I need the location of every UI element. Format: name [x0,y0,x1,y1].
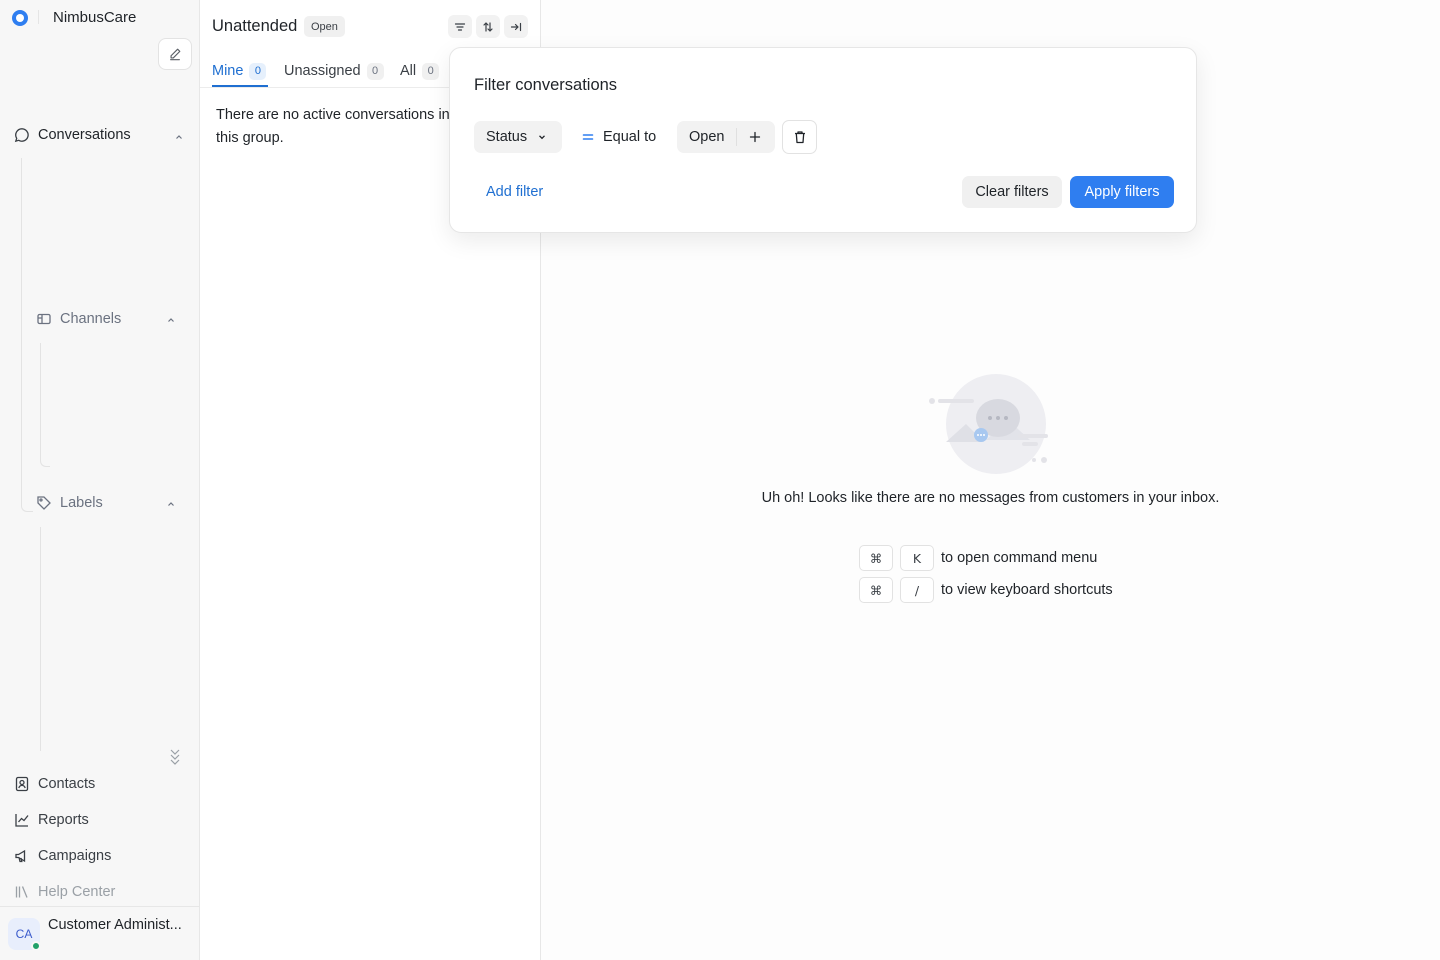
tree-line [40,527,41,751]
apply-filters-button[interactable]: Apply filters [1070,176,1174,208]
sort-button[interactable] [476,15,500,38]
filter-icon [454,22,466,31]
presence-indicator [31,941,41,951]
nav-contacts[interactable]: Contacts [14,776,95,792]
tree-line [40,343,50,467]
kbd-k-key: K [900,545,934,571]
chevron-up-icon[interactable] [164,313,178,327]
nav-reports[interactable]: Reports [14,812,89,828]
nav-labels-label: Labels [60,495,103,511]
brand-name: NimbusCare [53,9,137,26]
compose-button[interactable] [158,38,192,70]
edit-icon [170,48,181,61]
tab-unassigned-label: Unassigned [284,63,361,79]
collapse-panel-button[interactable] [504,15,528,38]
trash-icon [794,131,805,144]
page-title: Unattended [212,17,298,35]
active-tab-indicator [212,85,268,87]
user-name: Customer Administ... [48,917,182,933]
chevron-up-icon[interactable] [172,130,186,144]
contacts-icon [14,776,30,792]
tab-unassigned[interactable]: Unassigned 0 [284,60,384,82]
tab-all[interactable]: All 0 [400,60,440,82]
library-icon [14,884,30,900]
filter-operator-value: Equal to [603,129,657,145]
equals-icon [582,134,594,140]
tree-line [21,158,33,512]
filter-conversations-dialog: Filter conversations Status Equal to Ope… [449,47,1197,233]
empty-inbox-message: Uh oh! Looks like there are no messages … [761,490,1220,506]
brand[interactable]: NimbusCare [12,8,136,28]
shortcut-command-menu-text: to open command menu [941,550,1098,566]
shortcut-keyboard-shortcuts: ⌘ / to view keyboard shortcuts [859,577,1113,603]
status-badge[interactable]: Open [304,16,345,37]
tab-all-label: All [400,63,417,79]
chat-bubble-icon [14,127,30,143]
nav-campaigns[interactable]: Campaigns [14,848,111,864]
nav-contacts-label: Contacts [38,776,96,792]
shortcut-command-menu: ⌘ K to open command menu [859,545,1097,571]
plus-icon[interactable] [749,131,761,143]
clear-filters-button[interactable]: Clear filters [962,176,1062,208]
brand-divider [38,10,39,24]
add-filter-link[interactable]: Add filter [486,184,543,200]
filter-value-select[interactable]: Open [677,121,775,153]
filter-button[interactable] [448,15,472,38]
tab-all-count: 0 [422,62,440,80]
kbd-command-key: ⌘ [859,545,893,571]
chevron-up-icon[interactable] [164,497,178,511]
tab-unassigned-count: 0 [366,62,384,80]
chart-line-icon [14,812,30,828]
filter-attribute-value: Status [486,129,528,145]
empty-inbox-illustration [929,374,1048,474]
inbox-icon [36,311,52,327]
chevron-down-icon [539,135,546,140]
filter-value-chip: Open [689,129,725,145]
dialog-title: Filter conversations [474,76,618,94]
arrow-right-to-line-icon [510,22,522,31]
filter-operator-select[interactable]: Equal to [581,121,656,153]
nav-channels[interactable]: Channels [36,311,121,327]
filter-attribute-select[interactable]: Status [474,121,562,153]
megaphone-icon [14,848,30,864]
nav-channels-label: Channels [60,311,122,327]
user-profile[interactable]: CA Customer Administ... [0,906,199,960]
brand-logo [12,10,28,26]
double-chevron-down-icon[interactable] [168,747,182,765]
nav-conversations[interactable]: Conversations [14,127,131,143]
nav-reports-label: Reports [38,812,89,828]
nav-help-center-label: Help Center [38,884,116,900]
kbd-command-key: ⌘ [859,577,893,603]
nav-conversations-label: Conversations [38,127,131,143]
remove-filter-button[interactable] [782,120,817,154]
kbd-slash-key: / [900,577,934,603]
sidebar: NimbusCare Conversations Channels Labels [0,0,200,960]
tab-mine[interactable]: Mine 0 [212,60,267,82]
tag-icon [36,495,52,511]
nav-campaigns-label: Campaigns [38,848,112,864]
sort-icon [483,21,493,32]
empty-list-message: There are no active conversations in thi… [216,107,450,146]
tab-mine-label: Mine [212,63,244,79]
nav-help-center[interactable]: Help Center [14,884,115,900]
tab-mine-count: 0 [249,62,267,80]
shortcut-keyboard-shortcuts-text: to view keyboard shortcuts [941,582,1113,598]
divider [736,128,737,146]
nav-labels[interactable]: Labels [36,495,103,511]
